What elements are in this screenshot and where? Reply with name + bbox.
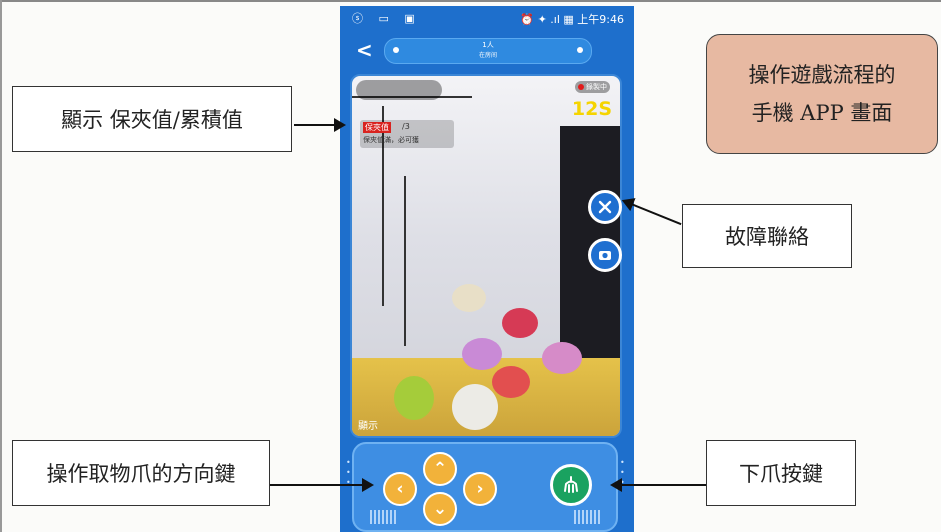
callout-direction-keys: 操作取物爪的方向鍵 <box>12 440 270 506</box>
room-status: 在房间 <box>478 52 497 59</box>
score-overlay: 保夾值 /3 保夾值滿，必可獲 <box>360 120 454 148</box>
page-left-border <box>0 0 2 532</box>
wrench-cross-icon <box>598 200 612 214</box>
plush-prize <box>462 338 502 370</box>
status-icons-right: ⏰ ✦ .ıl ▦ 上午9:46 <box>520 13 624 26</box>
plush-prize <box>452 284 486 312</box>
arrow-to-claw <box>610 478 706 492</box>
title-line-2: 手機 APP 畫面 <box>751 101 893 125</box>
plush-prize <box>492 366 530 398</box>
live-video-feed: 錄製中 12S 保夾值 /3 保夾值滿，必可獲 顯示 <box>350 74 622 438</box>
room-header: < 1人 在房间 <box>340 32 634 68</box>
display-label: 顯示 <box>358 421 378 432</box>
room-info-pill: 1人 在房间 <box>384 38 592 64</box>
score-hint: 保夾值滿，必可獲 <box>363 136 419 144</box>
back-icon[interactable]: < <box>356 38 373 62</box>
camera-switch-icon <box>599 251 611 260</box>
status-bar: ⓢ ▭ ▣ ⏰ ✦ .ıl ▦ 上午9:46 <box>340 6 634 30</box>
callout-display-value: 顯示 保夾值/累積值 <box>12 86 292 152</box>
dpad-left-button[interactable]: ‹ <box>383 472 417 506</box>
dpad-right-button[interactable]: › <box>463 472 497 506</box>
recording-indicator: 錄製中 <box>575 81 610 93</box>
pill-dot-icon <box>577 47 583 53</box>
claw-cable <box>404 176 406 346</box>
arrow-to-dpad <box>270 478 374 492</box>
drop-claw-button[interactable] <box>550 464 592 506</box>
phone-screen: ⓢ ▭ ▣ ⏰ ✦ .ıl ▦ 上午9:46 < 1人 在房间 錄製中 12S … <box>340 6 634 532</box>
score-label: 保夾值 <box>363 122 391 133</box>
panel-stripes <box>370 510 396 524</box>
callout-fault-contact: 故障聯絡 <box>682 204 852 268</box>
claw-icon <box>564 476 578 493</box>
dpad-up-button[interactable]: ⌃ <box>423 452 457 486</box>
plush-prize <box>452 384 498 430</box>
dpad-down-button[interactable]: ⌄ <box>423 492 457 526</box>
plush-prize <box>394 376 434 420</box>
arrow-to-score <box>294 118 346 132</box>
countdown-timer: 12S <box>571 98 612 120</box>
title-line-1: 操作遊戲流程的 <box>748 63 896 87</box>
camera-overlay <box>356 80 442 100</box>
callout-drop-claw: 下爪按鍵 <box>706 440 856 506</box>
score-value: /3 <box>402 122 410 131</box>
record-dot-icon <box>578 84 584 90</box>
status-icons-left: ⓢ ▭ ▣ <box>352 12 421 25</box>
plush-prize <box>542 342 582 374</box>
panel-stripes <box>574 510 600 524</box>
plush-prize <box>502 308 538 338</box>
room-count: 1人 <box>482 41 494 49</box>
title-box: 操作遊戲流程的 手機 APP 畫面 <box>706 34 938 154</box>
fault-report-button[interactable] <box>588 190 622 224</box>
recording-label: 錄製中 <box>586 83 607 91</box>
camera-switch-button[interactable] <box>588 238 622 272</box>
